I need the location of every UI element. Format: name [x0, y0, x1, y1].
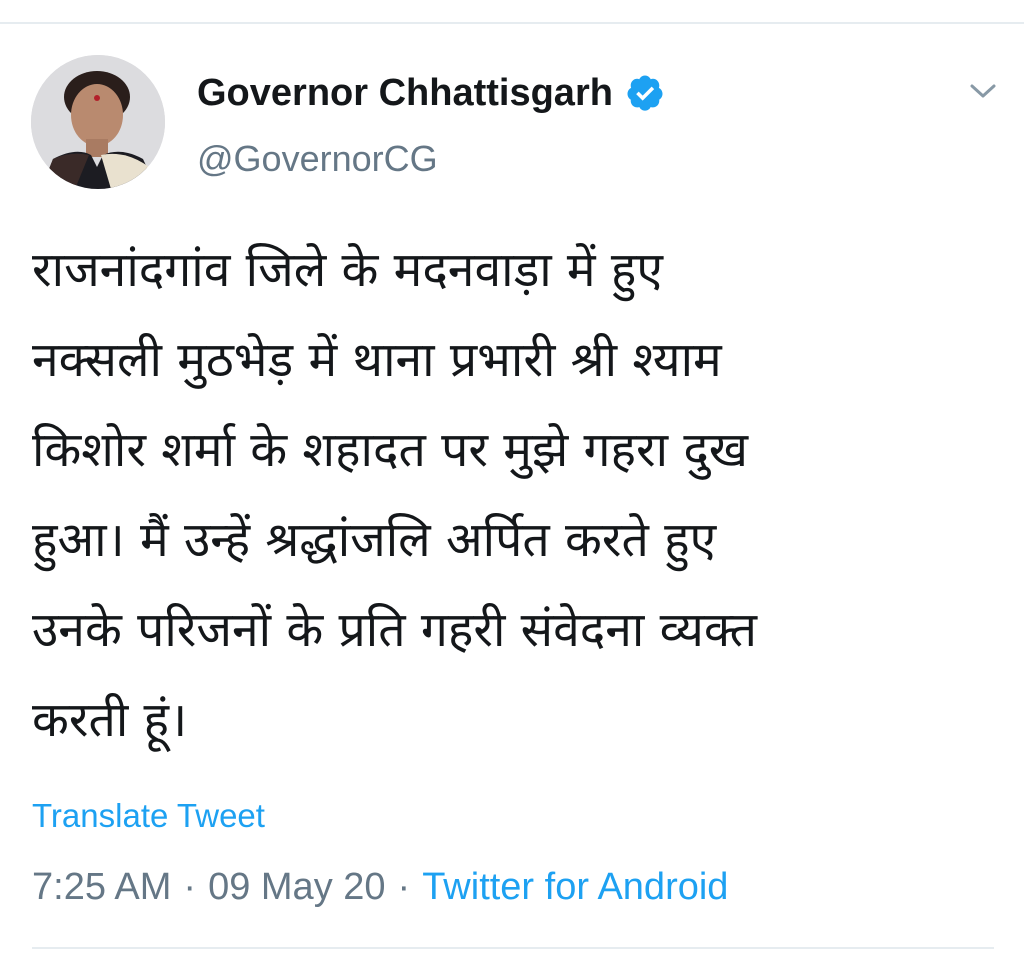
avatar[interactable]: [31, 55, 165, 189]
top-divider: [0, 22, 1024, 24]
meta-separator: ·: [397, 866, 411, 908]
tweet-meta: 7:25 AM · 09 May 20 · Twitter for Androi…: [32, 866, 728, 909]
verified-badge-icon: [625, 73, 665, 113]
tweet-text-line: हुआ। मैं उन्हें श्रद्धांजलि अर्पित करते …: [32, 512, 717, 568]
tweet-text-line: नक्सली मुठभेड़ में थाना प्रभारी श्री श्य…: [32, 332, 722, 388]
author-handle[interactable]: @GovernorCG: [197, 138, 438, 180]
tweet-text-line: किशोर शर्मा के शहादत पर मुझे गहरा दुख: [32, 422, 749, 478]
tweet-time[interactable]: 7:25 AM: [32, 866, 171, 909]
author-display-name[interactable]: Governor Chhattisgarh: [197, 72, 613, 115]
tweet-date[interactable]: 09 May 20: [208, 866, 385, 909]
avatar-photo-icon: [31, 55, 165, 189]
tweet-text-line: राजनांदगांव जिले के मदनवाड़ा में हुए: [32, 242, 663, 298]
bottom-divider: [32, 947, 994, 949]
chevron-down-icon[interactable]: [966, 80, 1000, 104]
tweet-source-link[interactable]: Twitter for Android: [422, 866, 728, 909]
translate-tweet-link[interactable]: Translate Tweet: [32, 797, 265, 835]
author-name-row: Governor Chhattisgarh: [197, 70, 665, 116]
tweet-text: राजनांदगांव जिले के मदनवाड़ा में हुए नक्…: [32, 225, 992, 765]
tweet-text-line: करती हूं।: [32, 692, 188, 748]
tweet-text-line: उनके परिजनों के प्रति गहरी संवेदना व्यक्…: [32, 602, 757, 658]
meta-separator: ·: [183, 866, 197, 908]
